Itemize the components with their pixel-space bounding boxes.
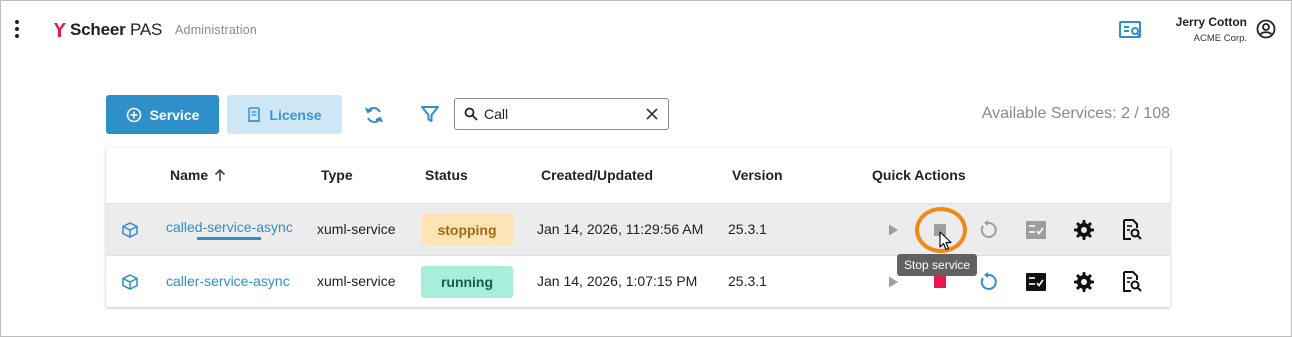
- checklist-icon: [1026, 273, 1046, 291]
- service-type: xuml-service: [317, 273, 396, 289]
- document-search-icon: [1123, 219, 1142, 240]
- service-logs-button[interactable]: [1120, 218, 1144, 242]
- app-name: Administration: [175, 23, 257, 37]
- refresh-icon[interactable]: [363, 104, 385, 126]
- services-table: Name Type Status Created/Updated Version…: [106, 148, 1170, 307]
- column-header-name[interactable]: Name: [170, 167, 227, 183]
- available-services-count: Available Services: 2 / 108: [981, 105, 1170, 122]
- sort-ascending-icon: [215, 168, 226, 181]
- restart-service-button[interactable]: [976, 218, 1000, 242]
- services-list-icon[interactable]: [1119, 20, 1143, 40]
- service-cube-icon: [122, 274, 138, 290]
- user-org: ACME Corp.: [1193, 33, 1247, 44]
- search-input[interactable]: [484, 106, 634, 122]
- gear-icon: [1074, 220, 1094, 240]
- service-settings-button[interactable]: [1072, 270, 1096, 294]
- service-type: xuml-service: [317, 221, 396, 237]
- checklist-icon: [1026, 221, 1046, 239]
- search-field[interactable]: [454, 98, 669, 130]
- column-header-name-label: Name: [170, 167, 209, 183]
- license-button[interactable]: License: [227, 95, 342, 134]
- column-header-status[interactable]: Status: [425, 167, 468, 183]
- brand-logo: Scheer PAS: [53, 20, 162, 40]
- service-updated: Jan 14, 2026, 11:29:56 AM: [537, 221, 704, 237]
- restart-icon: [980, 272, 997, 290]
- table-row[interactable]: caller-service-async xuml-service runnin…: [106, 255, 1170, 307]
- status-badge: running: [421, 266, 513, 298]
- account-circle-icon[interactable]: [1256, 19, 1276, 39]
- add-service-button[interactable]: Service: [106, 95, 219, 134]
- stop-service-button[interactable]: [928, 218, 952, 242]
- service-version: 25.3.1: [728, 221, 767, 237]
- status-badge: stopping: [421, 214, 513, 246]
- user-name: Jerry Cotton: [1175, 15, 1247, 29]
- stop-icon: [934, 224, 946, 236]
- restart-icon: [980, 220, 997, 238]
- brand-bold: Scheer: [70, 20, 126, 39]
- filter-icon[interactable]: [420, 104, 440, 124]
- service-logs-button[interactable]: [1120, 270, 1144, 294]
- hover-underline: [197, 237, 261, 240]
- document-search-icon: [1123, 271, 1142, 292]
- service-details-button[interactable]: [1024, 270, 1048, 294]
- service-settings-button[interactable]: [1072, 218, 1096, 242]
- add-circle-icon: [126, 107, 141, 122]
- user-info: Jerry Cotton ACME Corp.: [1176, 15, 1247, 44]
- scheer-logo: [54, 23, 66, 37]
- start-service-button[interactable]: [881, 218, 905, 242]
- stop-icon: [934, 276, 946, 288]
- column-header-quick-actions: Quick Actions: [872, 167, 966, 183]
- play-icon: [889, 224, 898, 236]
- clear-search-icon[interactable]: [645, 107, 659, 121]
- service-name-link[interactable]: caller-service-async: [166, 273, 290, 289]
- column-header-type[interactable]: Type: [321, 167, 353, 183]
- gear-icon: [1074, 272, 1094, 292]
- service-cube-icon: [122, 222, 138, 238]
- play-icon: [889, 276, 898, 288]
- restart-service-button[interactable]: [976, 270, 1000, 294]
- table-row[interactable]: called-service-async xuml-service stoppi…: [106, 203, 1170, 255]
- service-version: 25.3.1: [728, 273, 767, 289]
- brand-light: PAS: [125, 20, 163, 39]
- add-service-label: Service: [149, 106, 200, 123]
- search-icon: [464, 107, 478, 121]
- brand-name: Scheer PAS: [70, 20, 162, 40]
- menu-kebab-icon[interactable]: [12, 20, 22, 40]
- service-details-button[interactable]: [1024, 218, 1048, 242]
- service-updated: Jan 14, 2026, 1:07:15 PM: [537, 273, 698, 289]
- column-header-version[interactable]: Version: [732, 167, 783, 183]
- service-name-link[interactable]: called-service-async: [166, 219, 293, 235]
- stop-service-tooltip: Stop service: [897, 254, 978, 276]
- license-label: License: [269, 106, 322, 123]
- license-icon: [248, 106, 261, 122]
- column-header-updated[interactable]: Created/Updated: [541, 167, 653, 183]
